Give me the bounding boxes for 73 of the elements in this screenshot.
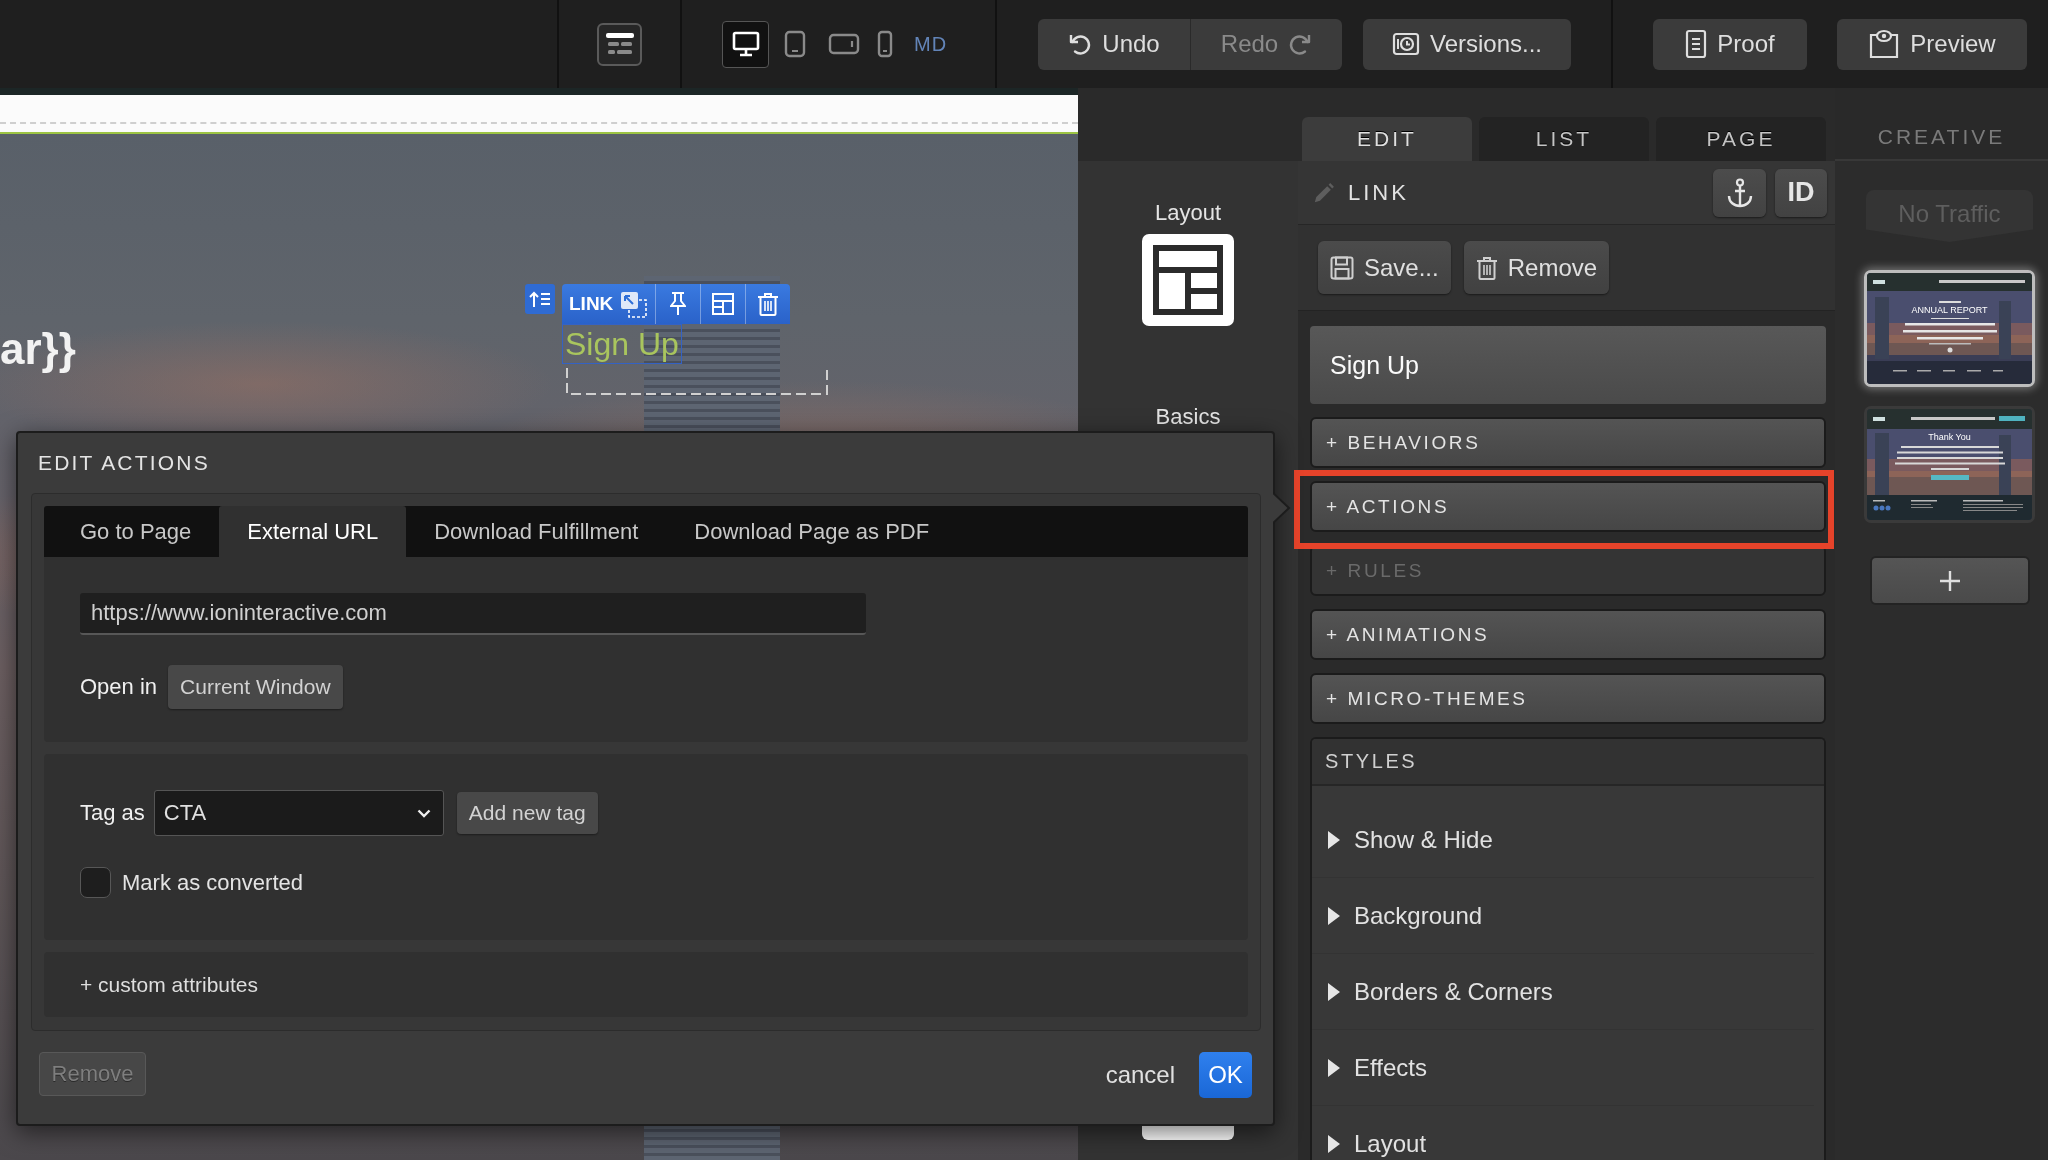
accordion-header[interactable]: + MICRO-THEMES	[1310, 673, 1826, 724]
url-field[interactable]: https://www.ioninteractive.com	[80, 593, 866, 635]
sort-up-icon	[529, 290, 551, 308]
accordion-header[interactable]: + ANIMATIONS	[1310, 609, 1826, 660]
checkbox[interactable]	[80, 867, 111, 898]
open-in-button[interactable]: Current Window	[168, 665, 343, 709]
palette-group-label: Layout	[1154, 200, 1222, 226]
document-icon	[1685, 29, 1708, 59]
panel-tab[interactable]: EDIT	[1302, 117, 1472, 161]
palette-group-label: Basics	[1155, 404, 1221, 430]
page-thumbnail[interactable]: ANNUAL REPORT	[1864, 270, 2035, 387]
heading-text: ar}}	[0, 324, 76, 374]
page-thumbnail[interactable]: Thank You	[1864, 406, 2035, 523]
anchor-icon	[1726, 177, 1753, 208]
tablet-icon	[783, 30, 806, 58]
dialog-title: EDIT ACTIONS	[38, 451, 210, 475]
phone-icon	[877, 30, 893, 58]
action-tab[interactable]: External URL	[219, 506, 407, 557]
checkbox-label: Mark as converted	[122, 869, 303, 896]
undo-button[interactable]: Undo	[1038, 18, 1191, 70]
redo-arrow-icon	[1288, 32, 1313, 56]
element-type-label: LINK	[569, 293, 614, 315]
cancel-link[interactable]: cancel	[1105, 1052, 1175, 1098]
chevron-down-icon	[416, 808, 431, 818]
undo-arrow-icon	[1068, 32, 1093, 56]
action-tab[interactable]: Go to Page	[52, 506, 220, 557]
thumbnail-title: Thank You	[1928, 432, 1971, 443]
style-group[interactable]: Background	[1312, 878, 1814, 954]
move-up-button[interactable]	[525, 284, 555, 314]
remove-button[interactable]: Remove	[1463, 241, 1610, 294]
accordion-header[interactable]: + ACTIONS	[1310, 481, 1826, 532]
panel-tab[interactable]: PAGE	[1656, 117, 1826, 161]
trash-icon	[1475, 255, 1498, 280]
desktop-view-button[interactable]	[722, 20, 769, 68]
action-tab[interactable]: Download Page as PDF	[666, 506, 958, 557]
clock-frame-icon	[1391, 31, 1420, 57]
element-type-label: LINK	[1348, 179, 1409, 206]
style-group[interactable]: Effects	[1312, 1030, 1814, 1106]
ok-button[interactable]: OK	[1199, 1052, 1252, 1098]
landscape-tablet-icon	[827, 33, 860, 55]
style-group[interactable]: Layout	[1312, 1106, 1814, 1160]
pin-icon[interactable]	[670, 292, 687, 316]
link-box-icon[interactable]	[620, 290, 648, 318]
custom-attributes-link[interactable]: + custom attributes	[80, 972, 258, 997]
thumbnail-title: ANNUAL REPORT	[1911, 305, 1988, 316]
proof-button[interactable]: Proof	[1653, 18, 1807, 70]
tag-select[interactable]: CTA	[153, 790, 444, 836]
accordion-header[interactable]: + BEHAVIORS	[1310, 417, 1826, 468]
template-rows-icon	[604, 32, 635, 56]
open-in-label: Open in	[80, 674, 158, 700]
styles-heading: STYLES	[1325, 750, 1418, 773]
action-tab[interactable]: Download Fulfillment	[406, 506, 667, 557]
preview-button[interactable]: Preview	[1837, 18, 2027, 70]
tag-label: Tag as	[80, 800, 145, 826]
style-group[interactable]: Borders & Corners	[1312, 954, 1814, 1030]
versions-button[interactable]: Versions...	[1363, 18, 1571, 70]
tag-select-value: CTA	[163, 800, 207, 826]
element-text-field[interactable]: Sign Up	[1310, 326, 1826, 404]
pencil-icon	[1313, 181, 1335, 204]
layout-grid-icon[interactable]	[1142, 234, 1234, 326]
panel-tab[interactable]: LIST	[1479, 117, 1649, 161]
templates-button[interactable]	[597, 22, 642, 66]
id-button[interactable]: ID	[1775, 168, 1827, 217]
anchor-button[interactable]	[1713, 168, 1766, 217]
save-button[interactable]: Save...	[1318, 241, 1451, 294]
add-tag-button[interactable]: Add new tag	[456, 792, 598, 834]
trash-icon[interactable]	[757, 292, 780, 316]
style-group[interactable]: Show & Hide	[1312, 802, 1814, 878]
plus-icon	[1938, 569, 1961, 592]
monitor-icon	[731, 31, 760, 57]
breakpoint-label: MD	[914, 32, 948, 56]
eye-window-icon	[1868, 29, 1901, 59]
layout-icon[interactable]	[712, 293, 735, 315]
